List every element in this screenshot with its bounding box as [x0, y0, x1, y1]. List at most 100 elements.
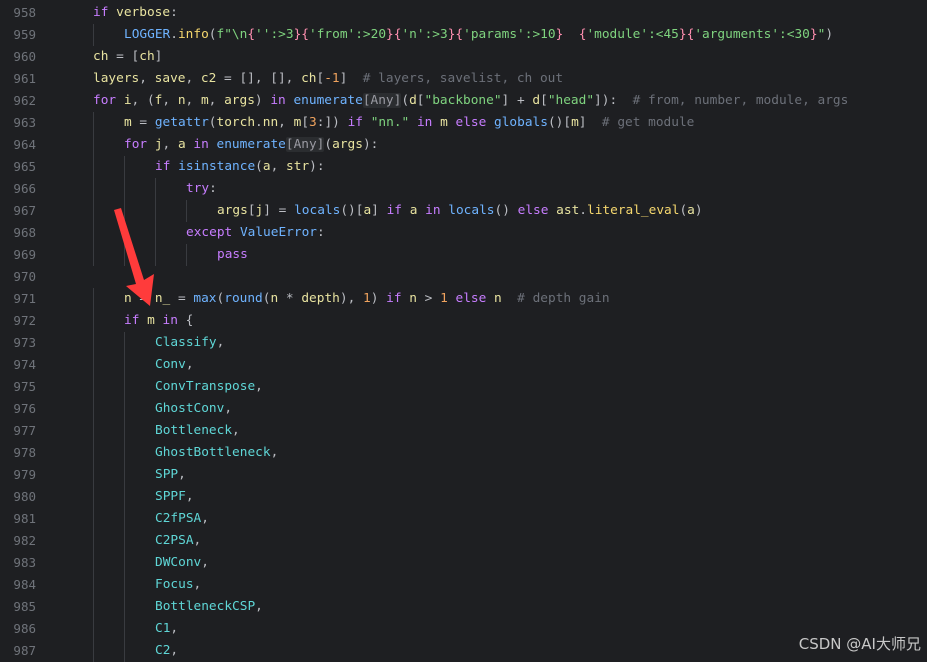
code-token: GhostBottleneck: [155, 445, 271, 460]
code-token: else: [455, 115, 495, 130]
code-line[interactable]: C2PSA,: [62, 530, 927, 552]
code-token: if: [386, 203, 410, 218]
code-token: locals: [294, 203, 341, 218]
code-token: = [], [],: [224, 71, 302, 86]
code-line[interactable]: SPP,: [62, 464, 927, 486]
code-line[interactable]: except ValueError:: [62, 222, 927, 244]
code-token: ]: [154, 49, 163, 64]
code-token: C2: [155, 643, 171, 658]
code-token: try: [186, 181, 210, 196]
code-token: .: [170, 27, 178, 42]
code-line[interactable]: layers, save, c2 = [], [], ch[-1] # laye…: [62, 68, 927, 90]
code-token: ,: [178, 467, 186, 482]
code-token: ,: [185, 357, 194, 372]
indent-guide: [93, 640, 94, 662]
code-line[interactable]: if verbose:: [62, 2, 927, 24]
code-line[interactable]: Classify,: [62, 332, 927, 354]
code-token: ),: [339, 291, 363, 306]
code-token: (: [208, 27, 217, 42]
code-line[interactable]: GhostConv,: [62, 398, 927, 420]
code-line[interactable]: [62, 266, 927, 288]
code-line[interactable]: if isinstance(a, str):: [62, 156, 927, 178]
code-token: C1: [155, 621, 171, 636]
code-token: 3: [309, 115, 317, 130]
code-token: ,: [170, 621, 179, 636]
indent-guide: [93, 442, 94, 464]
code-token: c2: [200, 71, 225, 86]
code-line[interactable]: DWConv,: [62, 552, 927, 574]
line-number-gutter[interactable]: 958 959 960 961 962 963 964 965 966 967 968 969 970 9…: [0, 2, 56, 662]
code-content: ch = [ch]: [93, 46, 162, 68]
indent-guide: [93, 398, 94, 420]
code-token: j: [154, 137, 163, 152]
code-content: SPPF,: [155, 486, 194, 508]
code-line[interactable]: C2,: [62, 640, 927, 662]
code-line[interactable]: for j, a in enumerate[Any](args):: [62, 134, 927, 156]
code-token: ]: [578, 115, 602, 130]
code-token: nn: [262, 115, 279, 130]
code-token: =: [177, 291, 194, 306]
code-line[interactable]: if m in {: [62, 310, 927, 332]
code-content: LOGGER.info(f"\n{'':>3}{'from':>20}{'n':…: [124, 24, 833, 46]
line-number: 960: [13, 49, 36, 64]
code-token: a: [687, 203, 695, 218]
code-content: for j, a in enumerate[Any](args):: [124, 134, 378, 156]
code-line[interactable]: BottleneckCSP,: [62, 596, 927, 618]
line-number: 986: [13, 621, 36, 636]
code-token: }: [809, 27, 818, 42]
code-token: Focus: [155, 577, 194, 592]
line-number: 965: [13, 159, 36, 174]
code-token: ,: [270, 159, 287, 174]
code-token: ,: [185, 71, 201, 86]
code-line[interactable]: try:: [62, 178, 927, 200]
code-line[interactable]: SPPF,: [62, 486, 927, 508]
code-line[interactable]: Focus,: [62, 574, 927, 596]
code-token: [: [540, 93, 548, 108]
indent-guide: [124, 640, 125, 662]
line-number: 958: [13, 5, 36, 20]
code-token: [Any]: [362, 93, 402, 108]
code-token: ] =: [263, 203, 295, 218]
code-line[interactable]: GhostBottleneck,: [62, 442, 927, 464]
code-editor[interactable]: 958 959 960 961 962 963 964 965 966 967 968 969 970 9…: [0, 0, 927, 662]
code-line[interactable]: Conv,: [62, 354, 927, 376]
code-token: ] +: [501, 93, 533, 108]
code-line[interactable]: m = getattr(torch.nn, m [3:]) if "nn." in…: [62, 112, 927, 134]
code-line[interactable]: ch = [ch]: [62, 46, 927, 68]
code-line[interactable]: ConvTranspose,: [62, 376, 927, 398]
code-line[interactable]: C2fPSA,: [62, 508, 927, 530]
code-line[interactable]: C1,: [62, 618, 927, 640]
code-token: ,: [193, 533, 202, 548]
code-token: (: [679, 203, 688, 218]
code-line[interactable]: n = n_ = max(round(n * depth), 1) if n >…: [62, 288, 927, 310]
code-area[interactable]: if verbose: LOGGER.info(f"\n{'':>3}{'from…: [62, 2, 927, 662]
code-content: GhostBottleneck,: [155, 442, 278, 464]
line-number: 975: [13, 379, 36, 394]
code-token: in: [425, 203, 449, 218]
code-token: m: [440, 115, 456, 130]
code-token: in: [270, 93, 294, 108]
code-token: n: [177, 93, 186, 108]
code-token: {: [247, 27, 256, 42]
code-content: C2,: [155, 640, 178, 662]
code-token: *: [285, 291, 302, 306]
code-line[interactable]: args[j] = locals()[a] if a in locals() e…: [62, 200, 927, 222]
code-content: BottleneckCSP,: [155, 596, 263, 618]
code-line[interactable]: pass: [62, 244, 927, 266]
code-line[interactable]: for i, (f, n, m, args) in enumerate[Any]…: [62, 90, 927, 112]
code-line[interactable]: LOGGER.info(f"\n{'':>3}{'from':>20}{'n':…: [62, 24, 927, 46]
code-token: ]):: [594, 93, 633, 108]
code-token: (: [255, 159, 263, 174]
code-token: SPPF: [155, 489, 186, 504]
code-token: ,: [139, 71, 155, 86]
watermark: CSDN @AI大师兄: [798, 635, 921, 653]
code-content: Conv,: [155, 354, 194, 376]
code-line[interactable]: Bottleneck,: [62, 420, 927, 442]
code-token: "nn.": [370, 115, 417, 130]
code-token: }{: [386, 27, 402, 42]
line-number: 981: [13, 511, 36, 526]
indent-guide: [124, 552, 125, 574]
code-token: ):: [309, 159, 325, 174]
code-token: if: [347, 115, 371, 130]
code-token: ValueError: [239, 225, 317, 240]
